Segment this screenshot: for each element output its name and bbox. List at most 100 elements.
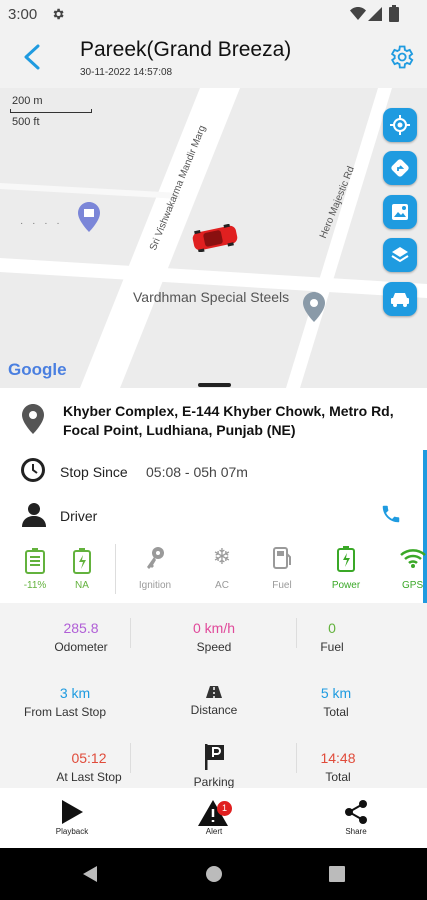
snowflake-icon: ❄	[212, 544, 232, 569]
map-dots: · · · ·	[20, 218, 63, 229]
fuel-pump-icon	[273, 547, 291, 569]
total-distance-value: 5 km	[320, 685, 352, 701]
map-view[interactable]: 200 m 500 ft Sri Vishwakarma Mandir Marg…	[0, 88, 427, 388]
ignition-cell: Ignition	[125, 536, 185, 602]
poi-label: Vardhman Special Steels	[133, 289, 290, 305]
gps-signal-icon	[400, 549, 426, 568]
map-type-icon	[392, 204, 408, 220]
charge-value: NA	[75, 580, 89, 591]
road-icon	[206, 686, 222, 698]
stop-since-label: Stop Since	[60, 464, 128, 480]
grid-divider	[296, 618, 297, 648]
stop-since-value: 05:08 - 05h 07m	[146, 464, 248, 480]
from-last-stop-stat: 3 km From Last Stop	[0, 685, 135, 719]
alert-button[interactable]: 1 Alert	[174, 788, 254, 848]
power-battery-icon	[337, 546, 355, 572]
total-time-stat: 14:48 Total	[318, 750, 358, 784]
layers-icon	[391, 247, 409, 263]
speed-stat: 0 km/h Speed	[144, 620, 284, 654]
power-label: Power	[331, 580, 361, 591]
vehicle-car-icon[interactable]	[190, 224, 240, 252]
layers-button[interactable]	[383, 238, 417, 272]
fuel-label: Fuel	[272, 580, 292, 591]
scale-bar	[10, 109, 92, 113]
parking-label: Parking	[193, 775, 235, 789]
signal-status-icon	[368, 7, 382, 21]
play-icon	[62, 800, 83, 824]
fuel-value: 0	[328, 620, 336, 636]
vehicle-button[interactable]	[383, 282, 417, 316]
odometer-value: 285.8	[63, 620, 99, 636]
share-label: Share	[345, 827, 367, 836]
status-divider	[115, 544, 116, 594]
location-pin-icon	[22, 404, 44, 434]
fuel-cell: Fuel	[252, 536, 312, 602]
locate-button[interactable]	[383, 108, 417, 142]
charging-battery-icon	[73, 548, 91, 574]
power-cell: Power	[316, 536, 376, 602]
wifi-status-icon	[350, 7, 366, 20]
route-icon	[391, 159, 409, 177]
fuel-stat-label: Fuel	[320, 640, 344, 654]
distance-label: Distance	[190, 703, 238, 717]
status-time: 3:00	[8, 6, 38, 23]
at-last-stop-stat: 05:12 At Last Stop	[19, 750, 159, 784]
system-recents-icon[interactable]	[329, 866, 345, 882]
total-distance-stat: 5 km Total	[318, 685, 354, 719]
last-update-timestamp: 30-11-2022 14:57:08	[80, 67, 173, 78]
share-icon	[345, 800, 367, 824]
stats-grid: 285.8 Odometer 0 km/h Speed 0 Fuel 3 km …	[0, 603, 427, 789]
system-home-icon[interactable]	[205, 865, 223, 883]
odometer-stat: 285.8 Odometer	[11, 620, 151, 654]
battery-status-icon	[389, 5, 399, 22]
vehicle-icon	[391, 293, 409, 307]
alert-label: Alert	[205, 827, 223, 836]
odometer-label: Odometer	[54, 640, 108, 654]
battery-level-icon	[25, 548, 45, 574]
playback-label: Playback	[55, 827, 89, 836]
speed-value: 0 km/h	[192, 620, 235, 636]
system-navigation-bar	[0, 848, 427, 900]
charge-cell: NA	[52, 536, 112, 602]
at-last-stop-value: 05:12	[71, 750, 107, 766]
playback-button[interactable]: Playback	[32, 788, 112, 848]
gps-label: GPS	[402, 580, 424, 591]
sheet-drag-handle[interactable]	[198, 383, 231, 387]
from-last-stop-label: From Last Stop	[23, 705, 107, 719]
ignition-label: Ignition	[138, 580, 172, 591]
ac-cell: ❄ AC	[192, 536, 252, 602]
scale-metric: 200 m	[12, 95, 43, 107]
share-button[interactable]: Share	[316, 788, 396, 848]
google-logo: Google	[8, 360, 67, 379]
app-bar: Pareek(Grand Breeza) 30-11-2022 14:57:08	[0, 28, 427, 88]
vehicle-address: Khyber Complex, E-144 Khyber Chowk, Metr…	[63, 403, 394, 438]
parking-stat: Parking	[144, 744, 284, 789]
poi-marker-icon[interactable]	[78, 202, 100, 232]
fuel-stat: 0 Fuel	[317, 620, 347, 654]
map-type-button[interactable]	[383, 195, 417, 229]
distance-stat: Distance	[144, 685, 284, 717]
vehicle-detail-sheet: Khyber Complex, E-144 Khyber Chowk, Metr…	[0, 383, 427, 789]
status-bar: 3:00	[0, 0, 427, 28]
grid-divider	[296, 743, 297, 773]
parking-sign-icon	[205, 744, 224, 770]
route-button[interactable]	[383, 151, 417, 185]
speed-label: Speed	[196, 640, 232, 654]
settings-gear-icon[interactable]	[387, 43, 415, 71]
driver-label: Driver	[60, 508, 98, 524]
page-title: Pareek(Grand Breeza)	[80, 38, 292, 61]
driver-icon	[22, 503, 46, 527]
total-distance-label: Total	[323, 705, 349, 719]
at-last-stop-label: At Last Stop	[56, 770, 122, 784]
bottom-navigation: Playback 1 Alert Share	[0, 788, 427, 848]
alert-badge: 1	[217, 801, 232, 816]
poi-pin-icon[interactable]	[303, 292, 325, 322]
locate-icon	[390, 115, 410, 135]
total-time-value: 14:48	[320, 750, 356, 766]
system-back-icon[interactable]	[82, 865, 98, 883]
scale-imperial: 500 ft	[12, 116, 40, 128]
total-time-label: Total	[325, 770, 351, 784]
back-arrow-icon[interactable]	[22, 44, 42, 70]
ac-label: AC	[215, 580, 229, 591]
phone-call-icon[interactable]	[380, 503, 402, 525]
